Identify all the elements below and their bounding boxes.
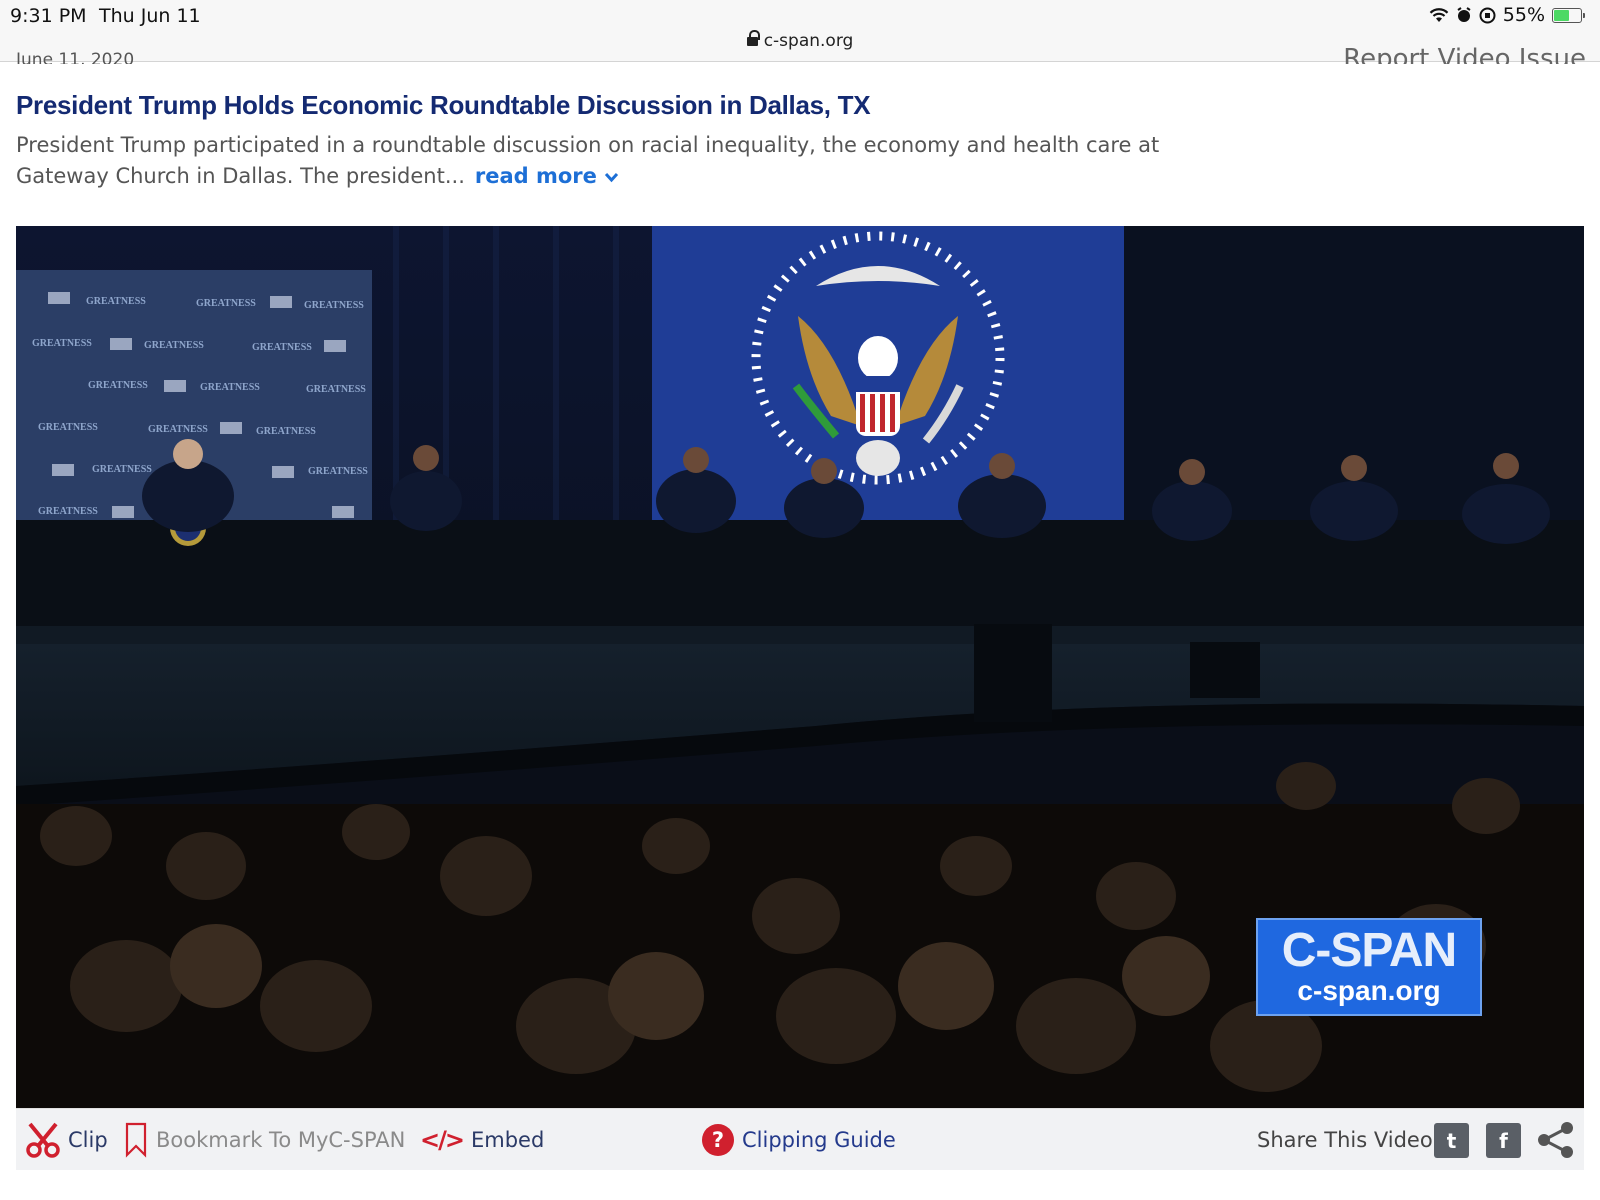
battery-icon: [1552, 7, 1585, 23]
video-player[interactable]: GREATNESS GREATNESS GREATNESS GREATNESS …: [16, 226, 1584, 1108]
bookmark-icon: [125, 1122, 147, 1158]
wifi-icon: [1429, 8, 1449, 22]
facebook-icon: f: [1499, 1128, 1508, 1153]
backdrop-text: GREATNESS: [92, 464, 152, 475]
read-more-label: read more: [474, 164, 597, 188]
backdrop-text: GREATNESS: [196, 298, 256, 309]
status-time: 9:31 PM: [10, 5, 87, 27]
backdrop-text: GREATNESS: [256, 426, 316, 437]
scissors-icon: [26, 1122, 60, 1158]
backdrop-text: GREATNESS: [148, 424, 208, 435]
share-icon[interactable]: [1536, 1121, 1576, 1159]
status-icons: 55%: [1429, 4, 1585, 26]
cspan-logo-url: c-span.org: [1297, 975, 1441, 1006]
battery-percent: 55%: [1502, 4, 1545, 26]
alarm-icon: [1457, 7, 1471, 22]
cspan-logo-title: C-SPAN: [1281, 924, 1457, 977]
clipping-guide-label: Clipping Guide: [742, 1128, 896, 1152]
clip-label: Clip: [68, 1128, 108, 1152]
url-text: c-span.org: [763, 31, 854, 51]
share-label-group: Share This Video: [1257, 1109, 1433, 1171]
backdrop-text: GREATNESS: [38, 506, 98, 517]
facebook-share-button[interactable]: f: [1486, 1123, 1521, 1158]
clipped-date: June 11, 2020: [16, 50, 135, 64]
report-video-issue-link[interactable]: Report Video Issue: [1343, 44, 1586, 64]
embed-button[interactable]: </> Embed: [420, 1109, 544, 1171]
code-icon: </>: [420, 1126, 465, 1154]
video-toolbar: Clip Bookmark To MyC-SPAN </> Embed ? Cl…: [16, 1108, 1584, 1170]
backdrop-text: GREATNESS: [308, 466, 368, 477]
twitter-icon: t: [1446, 1128, 1457, 1153]
twitter-share-button[interactable]: t: [1434, 1123, 1469, 1158]
cspan-watermark-logo: C-SPAN c-span.org: [1256, 918, 1482, 1016]
backdrop-text: GREATNESS: [252, 342, 312, 353]
backdrop-text: GREATNESS: [86, 296, 146, 307]
page-title: President Trump Holds Economic Roundtabl…: [16, 90, 871, 120]
backdrop-text: GREATNESS: [304, 300, 364, 311]
clipping-guide-link[interactable]: ? Clipping Guide: [702, 1109, 896, 1171]
orientation-lock-icon: [1479, 7, 1496, 23]
backdrop-text: GREATNESS: [32, 338, 92, 349]
backdrop-text: GREATNESS: [38, 422, 98, 433]
backdrop-text: GREATNESS: [88, 380, 148, 391]
bookmark-button[interactable]: Bookmark To MyC-SPAN: [124, 1109, 405, 1171]
backdrop-text: GREATNESS: [306, 384, 366, 395]
read-more-link[interactable]: read more: [475, 164, 619, 188]
bookmark-label: Bookmark To MyC-SPAN: [156, 1128, 406, 1152]
backdrop-text: GREATNESS: [200, 382, 260, 393]
share-label: Share This Video: [1257, 1128, 1433, 1152]
chevron-down-icon: [605, 172, 619, 183]
clip-button[interactable]: Clip: [26, 1109, 108, 1171]
embed-label: Embed: [470, 1128, 545, 1152]
help-icon: ?: [702, 1124, 734, 1156]
lock-icon: [746, 30, 760, 46]
backdrop-text: GREATNESS: [144, 340, 204, 351]
status-date: Thu Jun 11: [99, 5, 201, 27]
video-description: President Trump participated in a roundt…: [16, 130, 1206, 192]
